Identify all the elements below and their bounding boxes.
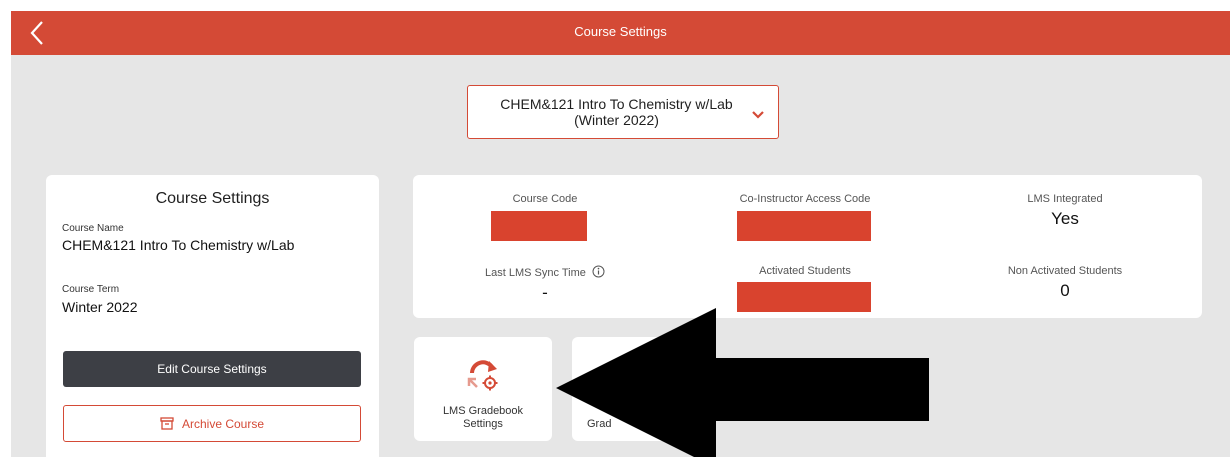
- course-code-label: Course Code: [512, 193, 578, 205]
- course-settings-card: Course Settings Course Name CHEM&121 Int…: [46, 175, 379, 457]
- top-bar: Course Settings: [11, 11, 1230, 55]
- course-name-label: Course Name: [62, 223, 124, 234]
- activated-students-cell: Activated Students: [685, 265, 925, 277]
- edit-course-settings-button[interactable]: Edit Course Settings: [63, 351, 361, 387]
- last-sync-value: -: [542, 283, 548, 302]
- lms-gradebook-label-line2: Settings: [463, 418, 503, 430]
- non-activated-students-label: Non Activated Students: [1007, 265, 1123, 277]
- lms-gradebook-label-line1: LMS Gradebook: [442, 405, 524, 417]
- lms-integrated-value: Yes: [1051, 209, 1079, 228]
- last-sync-label: Last LMS Sync Time: [485, 267, 586, 279]
- chevron-down-icon: [752, 111, 764, 119]
- edit-course-settings-label: Edit Course Settings: [157, 362, 267, 376]
- course-name-value: CHEM&121 Intro To Chemistry w/Lab: [62, 237, 295, 253]
- lms-integrated-cell: LMS Integrated Yes: [945, 193, 1185, 229]
- annotation-arrow: [556, 308, 929, 457]
- course-info-card: Course Code Co-Instructor Access Code LM…: [413, 175, 1202, 318]
- lms-integrated-label: LMS Integrated: [1027, 193, 1103, 205]
- page-title: Course Settings: [574, 24, 667, 39]
- coinstructor-code-cell: Co-Instructor Access Code: [685, 193, 925, 205]
- course-selector-name: CHEM&121 Intro To Chemistry w/Lab: [500, 96, 733, 112]
- redacted-coinstructor-code: [737, 211, 871, 241]
- coinstructor-code-label: Co-Instructor Access Code: [739, 193, 871, 205]
- course-term-value: Winter 2022: [62, 299, 138, 315]
- course-selector-term: (Winter 2022): [574, 112, 659, 128]
- activated-students-label: Activated Students: [759, 265, 851, 277]
- last-sync-cell: Last LMS Sync Time -: [425, 265, 665, 303]
- archive-course-label: Archive Course: [181, 416, 265, 431]
- app-frame: Course Settings CHEM&121 Intro To Chemis…: [11, 11, 1230, 457]
- archive-icon: [160, 417, 174, 430]
- non-activated-students-value: 0: [1060, 281, 1070, 300]
- card-title: Course Settings: [155, 190, 270, 207]
- archive-course-button[interactable]: Archive Course: [63, 405, 361, 442]
- non-activated-students-cell: Non Activated Students 0: [945, 265, 1185, 301]
- info-icon[interactable]: [592, 265, 605, 278]
- redacted-course-code: [491, 211, 587, 241]
- lms-gradebook-settings-tile[interactable]: LMS Gradebook Settings: [414, 337, 552, 441]
- sync-settings-icon: [467, 360, 498, 391]
- course-code-cell: Course Code: [425, 193, 665, 205]
- course-selector-dropdown[interactable]: CHEM&121 Intro To Chemistry w/Lab (Winte…: [467, 85, 779, 139]
- course-term-label: Course Term: [62, 284, 120, 295]
